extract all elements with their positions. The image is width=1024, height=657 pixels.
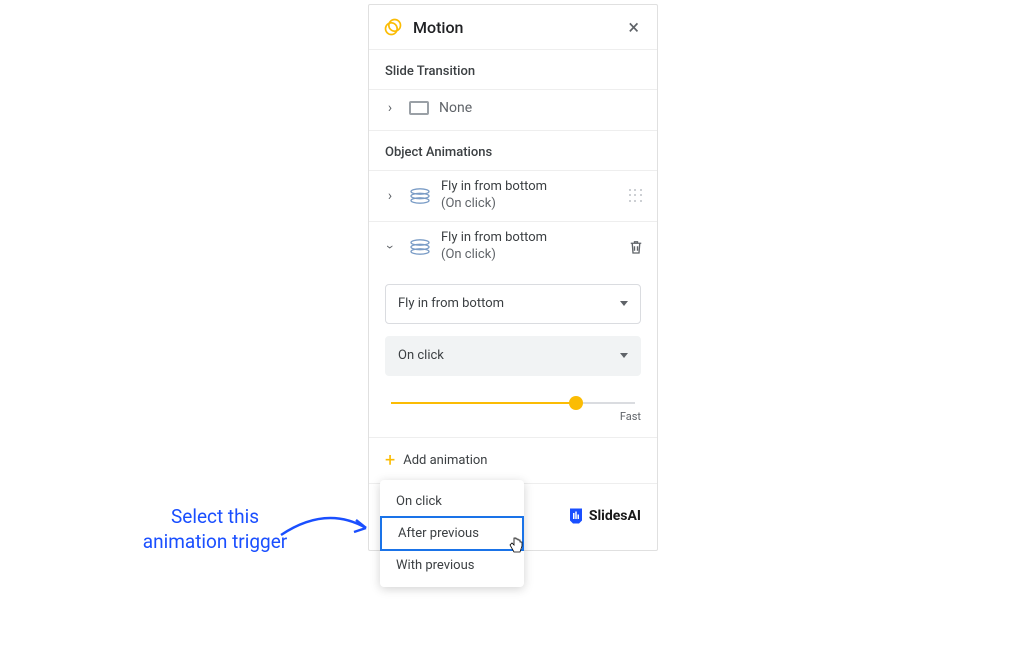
brand-text: SlidesAI [589,508,641,524]
animation-item-text: Fly in from bottom (On click) [441,179,629,213]
add-animation-label: Add animation [403,453,487,468]
caret-down-icon [620,353,628,358]
object-animations-label: Object Animations [369,131,657,170]
dropdown-option-with-previous[interactable]: With previous [380,550,524,581]
dropdown-option-after-previous[interactable]: After previous [380,516,524,551]
chevron-down-icon: › [382,238,398,256]
brand-badge: SlidesAI [567,507,641,525]
brand-icon [567,507,585,525]
animation-trigger-value: On click [398,348,444,363]
caret-down-icon [620,301,628,306]
object-thumbnail-icon [409,187,431,205]
animation-trigger: (On click) [441,196,629,213]
transition-row[interactable]: › None [369,90,657,130]
animation-trigger-select[interactable]: On click [385,336,641,376]
slider-thumb[interactable] [569,396,583,410]
animation-item-2[interactable]: › Fly in from bottom (On click) [369,222,657,272]
slider-fill [391,402,576,404]
plus-icon: + [385,450,395,471]
slider-labels: Fast [385,410,641,423]
slide-transition-label: Slide Transition [369,50,657,89]
transition-value: None [439,100,472,116]
trigger-dropdown: On click After previous With previous [380,480,524,587]
add-animation-button[interactable]: + Add animation [369,438,657,483]
animation-item-1[interactable]: › Fly in from bottom (On click) [369,171,657,221]
animation-item-text: Fly in from bottom (On click) [441,230,627,264]
panel-header: Motion × [369,5,657,50]
fast-label: Fast [620,410,641,423]
dropdown-option-on-click[interactable]: On click [380,486,524,517]
animation-name: Fly in from bottom [441,179,629,196]
panel-title: Motion [413,18,624,37]
object-thumbnail-icon [409,238,431,256]
speed-slider[interactable] [385,402,641,404]
animation-controls: Fly in from bottom On click Fast [369,284,657,438]
animation-trigger: (On click) [441,247,627,264]
motion-icon [383,17,403,37]
chevron-right-icon: › [381,100,399,116]
close-button[interactable]: × [624,15,643,39]
motion-panel: Motion × Slide Transition › None Object … [368,4,658,551]
drag-handle-icon[interactable] [629,189,643,203]
slider-track [391,402,635,404]
animation-type-select[interactable]: Fly in from bottom [385,284,641,324]
animation-type-value: Fly in from bottom [398,296,504,311]
chevron-right-icon: › [381,188,399,204]
slide-icon [409,101,429,115]
animation-name: Fly in from bottom [441,230,627,247]
delete-icon[interactable] [627,238,645,256]
callout-arrow [276,500,376,550]
